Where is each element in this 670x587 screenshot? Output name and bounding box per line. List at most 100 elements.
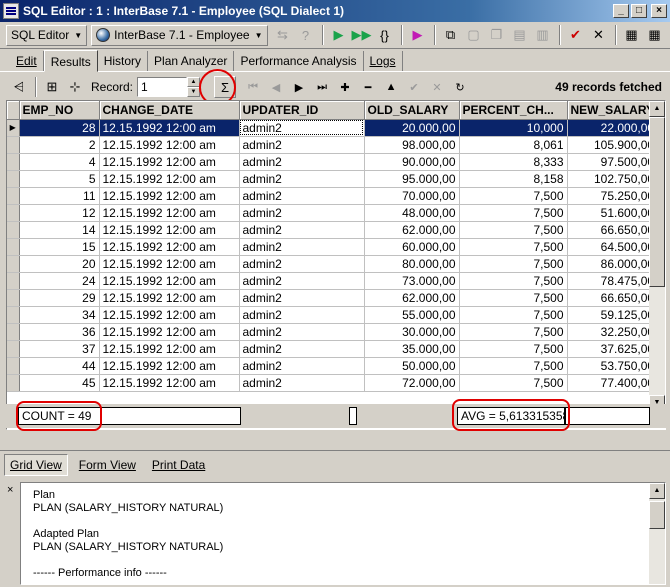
- table-cell[interactable]: 12.15.1992 12:00 am: [99, 272, 240, 290]
- table-cell[interactable]: 66.650,00: [567, 289, 659, 307]
- format-sql-icon[interactable]: {}: [374, 24, 396, 46]
- copy-to-clipboard-icon[interactable]: ⧉: [440, 24, 462, 46]
- table-cell[interactable]: 98.000,00: [364, 136, 460, 154]
- export-grid-icon[interactable]: ▦: [621, 24, 643, 46]
- table-cell[interactable]: 35.000,00: [364, 340, 460, 358]
- row-indicator[interactable]: [7, 340, 20, 358]
- table-cell[interactable]: admin2: [239, 272, 365, 290]
- window-title-bar[interactable]: SQL Editor : 1 : InterBase 7.1 - Employe…: [0, 0, 670, 22]
- table-cell[interactable]: 7,500: [459, 238, 568, 256]
- table-cell[interactable]: 51.600,00: [567, 204, 659, 222]
- table-cell[interactable]: 32.250,00: [567, 323, 659, 341]
- table-row[interactable]: 15 12.15.1992 12:00 am admin2 60.000,00 7,50…: [7, 238, 659, 256]
- column-header[interactable]: EMP_NO: [19, 101, 100, 120]
- row-indicator[interactable]: [7, 238, 20, 256]
- table-row[interactable]: 14 12.15.1992 12:00 am admin2 62.000,00 7,50…: [7, 221, 659, 239]
- row-indicator[interactable]: [7, 272, 20, 290]
- row-indicator[interactable]: [7, 323, 20, 341]
- options-grid-icon[interactable]: ▦: [644, 24, 666, 46]
- table-cell[interactable]: admin2: [239, 374, 365, 392]
- row-indicator[interactable]: [7, 357, 20, 375]
- tab-results[interactable]: Results: [43, 50, 98, 72]
- new-query-icon[interactable]: ▢: [463, 24, 485, 46]
- spin-up-icon[interactable]: ▲: [187, 77, 201, 87]
- table-cell[interactable]: 45: [19, 374, 100, 392]
- table-row[interactable]: 34 12.15.1992 12:00 am admin2 55.000,00 7,50…: [7, 306, 659, 324]
- table-cell[interactable]: 5: [19, 170, 100, 188]
- table-cell[interactable]: 73.000,00: [364, 272, 460, 290]
- query-help-icon[interactable]: ?: [295, 24, 317, 46]
- table-cell[interactable]: 12: [19, 204, 100, 222]
- summary-cell[interactable]: [101, 407, 241, 425]
- table-cell[interactable]: admin2: [239, 238, 365, 256]
- table-cell[interactable]: 50.000,00: [364, 357, 460, 375]
- record-spinner[interactable]: ▲ ▼: [187, 77, 201, 97]
- scroll-up-icon[interactable]: ▲: [649, 483, 665, 499]
- row-indicator[interactable]: [7, 170, 20, 188]
- database-dropdown[interactable]: InterBase 7.1 - Employee ▼: [91, 24, 268, 46]
- row-indicator[interactable]: [7, 221, 20, 239]
- table-cell[interactable]: admin2: [239, 170, 365, 188]
- table-cell[interactable]: 11: [19, 187, 100, 205]
- delete-record-icon[interactable]: ━: [357, 76, 379, 98]
- tab-history[interactable]: History: [98, 51, 149, 71]
- column-header[interactable]: NEW_SALARY: [567, 101, 659, 120]
- table-cell[interactable]: 12.15.1992 12:00 am: [99, 289, 240, 307]
- table-cell[interactable]: 7,500: [459, 187, 568, 205]
- close-messages-icon[interactable]: ×: [7, 484, 13, 496]
- table-cell[interactable]: 12.15.1992 12:00 am: [99, 221, 240, 239]
- table-cell[interactable]: 72.000,00: [364, 374, 460, 392]
- row-indicator[interactable]: [7, 136, 20, 154]
- tab-performance-analysis[interactable]: Performance Analysis: [234, 51, 364, 71]
- count-summary-cell[interactable]: COUNT = 49: [18, 407, 101, 425]
- table-cell[interactable]: 7,500: [459, 221, 568, 239]
- table-cell[interactable]: 80.000,00: [364, 255, 460, 273]
- table-cell[interactable]: 86.000,00: [567, 255, 659, 273]
- tab-edit[interactable]: Edit: [10, 51, 44, 71]
- table-cell[interactable]: 8,158: [459, 170, 568, 188]
- row-indicator[interactable]: [7, 289, 20, 307]
- table-cell[interactable]: admin2: [239, 221, 365, 239]
- table-cell[interactable]: 7,500: [459, 255, 568, 273]
- column-header[interactable]: PERCENT_CH...: [459, 101, 568, 120]
- query-params-icon[interactable]: ⇆: [272, 24, 294, 46]
- table-cell[interactable]: 78.475,00: [567, 272, 659, 290]
- table-cell[interactable]: 2: [19, 136, 100, 154]
- avg-summary-cell[interactable]: AVG = 5,6133153583: [457, 407, 565, 425]
- table-cell[interactable]: 12.15.1992 12:00 am: [99, 340, 240, 358]
- table-cell[interactable]: 7,500: [459, 323, 568, 341]
- table-row[interactable]: 11 12.15.1992 12:00 am admin2 70.000,00 7,50…: [7, 187, 659, 205]
- table-cell[interactable]: 44: [19, 357, 100, 375]
- table-row[interactable]: 45 12.15.1992 12:00 am admin2 72.000,00 7,50…: [7, 374, 659, 392]
- table-row[interactable]: 4 12.15.1992 12:00 am admin2 90.000,00 8,333…: [7, 153, 659, 171]
- messages-scrollbar[interactable]: ▲: [649, 483, 665, 584]
- insert-record-icon[interactable]: ✚: [334, 76, 356, 98]
- table-cell[interactable]: 12.15.1992 12:00 am: [99, 204, 240, 222]
- table-cell[interactable]: 14: [19, 221, 100, 239]
- spin-down-icon[interactable]: ▼: [187, 87, 201, 97]
- table-cell[interactable]: 36: [19, 323, 100, 341]
- tab-print-data[interactable]: Print Data: [147, 455, 210, 475]
- table-cell[interactable]: 37.625,00: [567, 340, 659, 358]
- table-row[interactable]: 2 12.15.1992 12:00 am admin2 98.000,00 8,061…: [7, 136, 659, 154]
- current-row-indicator-icon[interactable]: ▶: [7, 119, 20, 137]
- table-row[interactable]: 5 12.15.1992 12:00 am admin2 95.000,00 8,158…: [7, 170, 659, 188]
- table-cell[interactable]: 70.000,00: [364, 187, 460, 205]
- filter-clear-icon[interactable]: ⊹: [64, 76, 86, 98]
- table-cell[interactable]: 105.900,00: [567, 136, 659, 154]
- commit-check-icon[interactable]: ✔: [565, 24, 587, 46]
- table-cell[interactable]: 12.15.1992 12:00 am: [99, 119, 240, 137]
- row-indicator[interactable]: [7, 255, 20, 273]
- grid-vertical-scrollbar[interactable]: ▲ ▼: [649, 101, 665, 411]
- tab-form-view[interactable]: Form View: [74, 455, 141, 475]
- table-cell[interactable]: admin2: [239, 119, 365, 137]
- table-cell[interactable]: 12.15.1992 12:00 am: [99, 306, 240, 324]
- table-cell[interactable]: 8,333: [459, 153, 568, 171]
- table-cell[interactable]: 62.000,00: [364, 221, 460, 239]
- table-cell[interactable]: 7,500: [459, 374, 568, 392]
- table-cell[interactable]: 59.125,00: [567, 306, 659, 324]
- table-cell[interactable]: 29: [19, 289, 100, 307]
- prior-record-icon[interactable]: ◀: [265, 76, 287, 98]
- table-cell[interactable]: 55.000,00: [364, 306, 460, 324]
- table-cell[interactable]: admin2: [239, 255, 365, 273]
